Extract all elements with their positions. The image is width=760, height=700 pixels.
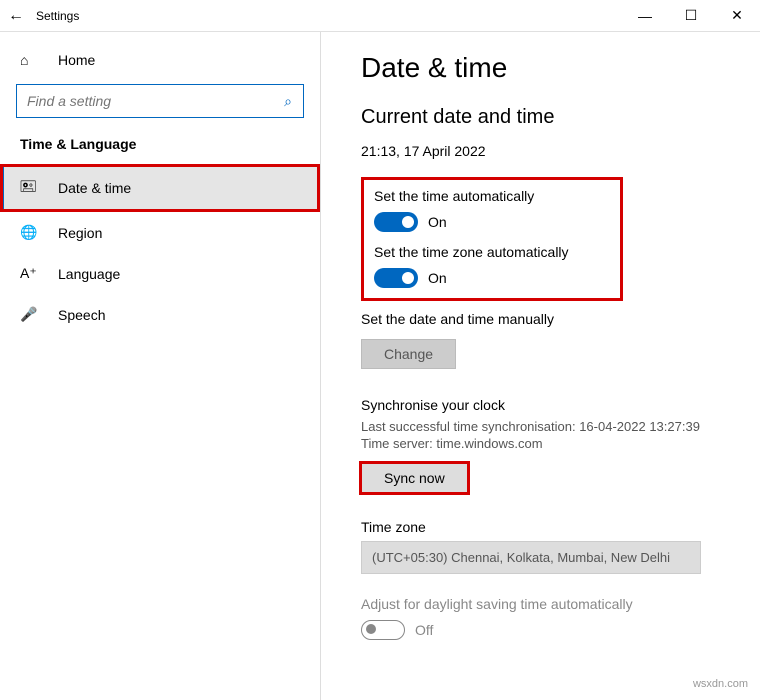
sync-last: Last successful time synchronisation: 16…: [361, 419, 720, 434]
dst-state: Off: [415, 622, 433, 638]
dst-toggle: [361, 620, 405, 640]
watermark: wsxdn.com: [693, 678, 748, 690]
sidebar-item-region[interactable]: 🌐 Region: [0, 212, 320, 253]
tz-heading: Time zone: [361, 519, 720, 535]
auto-tz-state: On: [428, 270, 447, 286]
language-icon: A⁺: [20, 265, 40, 282]
close-button[interactable]: ✕: [714, 0, 760, 32]
auto-time-label: Set the time automatically: [374, 188, 610, 204]
home-nav[interactable]: ⌂ Home: [0, 42, 320, 78]
sync-now-button[interactable]: Sync now: [361, 463, 468, 493]
sidebar-item-date-time[interactable]: 🖭 Date & time: [0, 164, 320, 212]
section-title: Time & Language: [0, 136, 320, 164]
auto-time-toggle[interactable]: [374, 212, 418, 232]
auto-tz-label: Set the time zone automatically: [374, 244, 610, 260]
globe-icon: 🌐: [20, 224, 40, 241]
sidebar-item-language[interactable]: A⁺ Language: [0, 253, 320, 294]
minimize-button[interactable]: —: [622, 0, 668, 32]
sidebar-item-label: Region: [58, 225, 102, 241]
page-subtitle: Current date and time: [361, 106, 720, 129]
window-title: Settings: [32, 9, 622, 23]
home-label: Home: [58, 52, 95, 68]
sidebar-item-speech[interactable]: 🎤 Speech: [0, 294, 320, 335]
manual-label: Set the date and time manually: [361, 311, 720, 327]
sync-heading: Synchronise your clock: [361, 397, 720, 413]
sidebar: ⌂ Home ⌕ Time & Language 🖭 Date & time 🌐…: [0, 32, 320, 700]
tz-select: (UTC+05:30) Chennai, Kolkata, Mumbai, Ne…: [361, 541, 701, 574]
sidebar-item-label: Speech: [58, 307, 105, 323]
auto-time-state: On: [428, 214, 447, 230]
sync-server: Time server: time.windows.com: [361, 436, 720, 451]
search-box[interactable]: ⌕: [16, 84, 304, 118]
search-input[interactable]: [17, 93, 273, 109]
content-pane: Date & time Current date and time 21:13,…: [320, 32, 760, 700]
change-button: Change: [361, 339, 456, 369]
titlebar: ← Settings — ☐ ✕: [0, 0, 760, 32]
auto-settings-highlight: Set the time automatically On Set the ti…: [361, 177, 623, 301]
search-icon: ⌕: [273, 93, 303, 110]
home-icon: ⌂: [20, 52, 40, 68]
dst-label: Adjust for daylight saving time automati…: [361, 596, 720, 612]
clock-icon: 🖭: [20, 176, 40, 200]
current-datetime: 21:13, 17 April 2022: [361, 143, 720, 159]
sidebar-item-label: Date & time: [58, 180, 131, 196]
auto-tz-toggle[interactable]: [374, 268, 418, 288]
microphone-icon: 🎤: [20, 306, 40, 323]
sidebar-item-label: Language: [58, 266, 120, 282]
back-button[interactable]: ←: [0, 7, 32, 25]
maximize-button[interactable]: ☐: [668, 0, 714, 32]
page-title: Date & time: [361, 52, 720, 84]
